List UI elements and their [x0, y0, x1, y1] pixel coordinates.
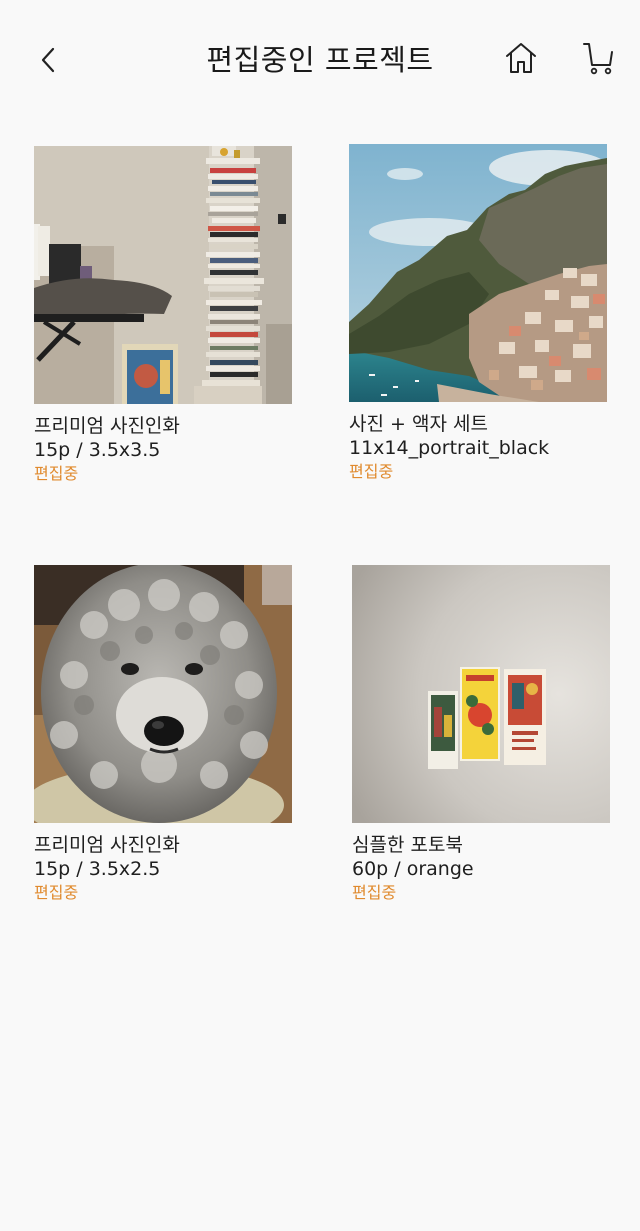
project-card[interactable]: 프리미엄 사진인화 15p / 3.5x2.5 편집중: [34, 565, 292, 904]
project-name: 프리미엄 사진인화: [34, 415, 180, 437]
app-header: 편집중인 프로젝트: [0, 0, 640, 120]
project-thumbnail: [349, 144, 607, 402]
project-status: 편집중: [34, 883, 79, 902]
project-status: 편집중: [349, 462, 394, 481]
home-icon: [504, 40, 538, 80]
project-status: 편집중: [34, 464, 79, 483]
project-name: 심플한 포토북: [352, 834, 463, 856]
home-button[interactable]: [500, 38, 542, 82]
project-spec: 15p / 3.5x3.5: [34, 439, 161, 461]
project-spec: 60p / orange: [352, 858, 474, 880]
project-status: 편집중: [352, 883, 397, 902]
project-spec: 15p / 3.5x2.5: [34, 858, 161, 880]
project-card[interactable]: 심플한 포토북 60p / orange 편집중: [352, 565, 610, 904]
project-name: 사진 + 액자 세트: [349, 413, 488, 435]
page-title: 편집중인 프로젝트: [206, 43, 434, 77]
project-name: 프리미엄 사진인화: [34, 834, 180, 856]
project-thumbnail: [34, 565, 292, 823]
project-card[interactable]: 사진 + 액자 세트 11x14_portrait_black 편집중: [349, 144, 607, 483]
project-thumbnail: [352, 565, 610, 823]
project-list-screen: 편집중인 프로젝트 프리미엄 사진인화 15p / 3.5x3.5 편집중 사진…: [0, 0, 640, 1231]
project-spec: 11x14_portrait_black: [349, 437, 550, 459]
cart-button[interactable]: [577, 38, 619, 82]
cart-icon: [582, 40, 614, 80]
project-thumbnail: [34, 146, 292, 404]
project-card[interactable]: 프리미엄 사진인화 15p / 3.5x3.5 편집중: [34, 146, 292, 485]
